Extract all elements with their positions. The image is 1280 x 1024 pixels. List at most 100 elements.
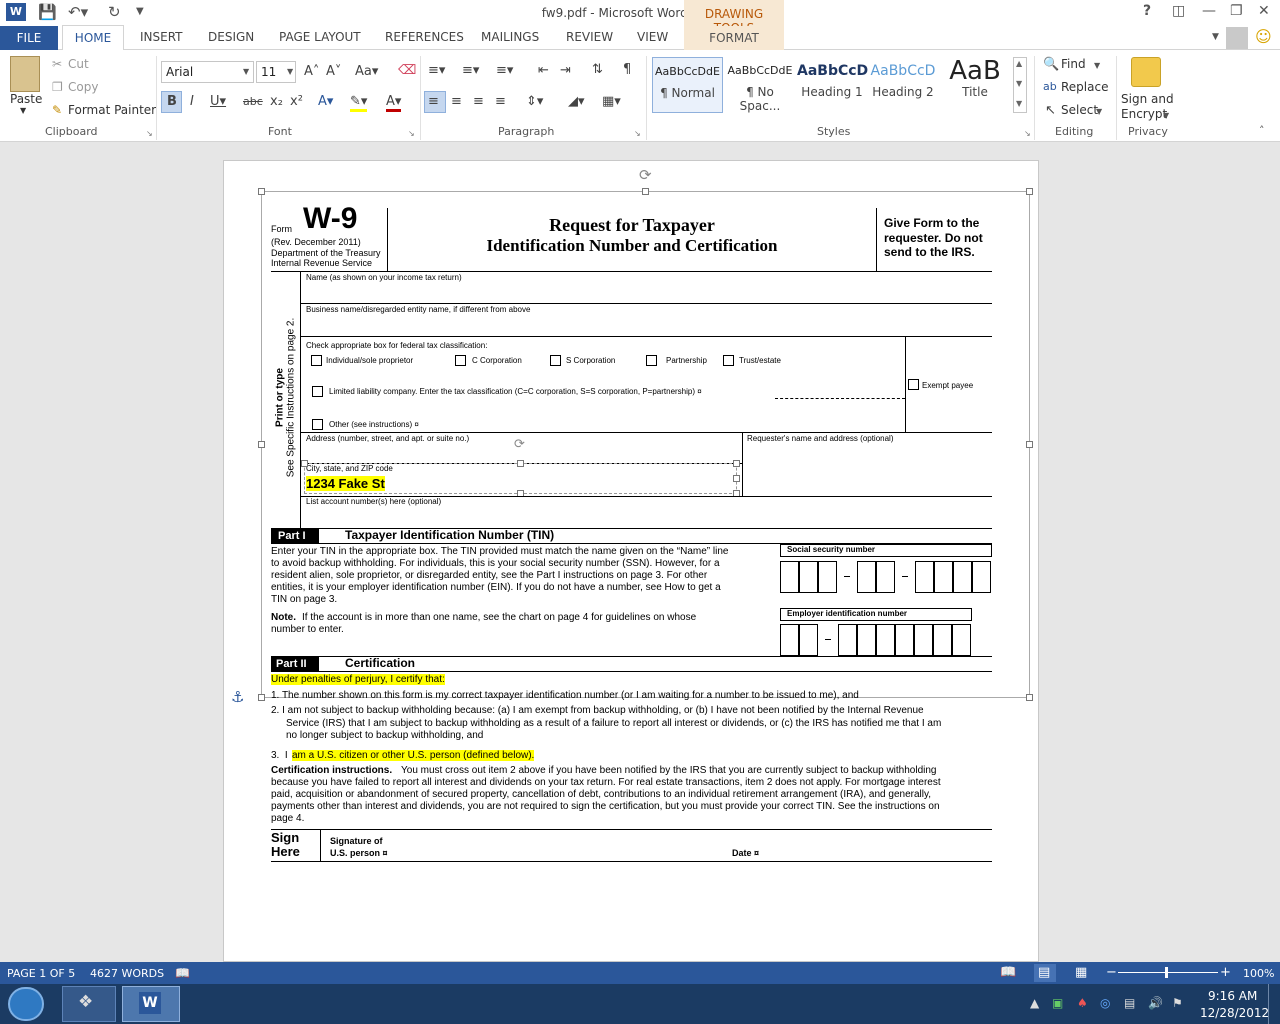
zoom-in-icon[interactable]: +	[1220, 965, 1231, 980]
tin-digit-box[interactable]	[799, 624, 818, 656]
textbox-handle[interactable]	[517, 460, 524, 467]
checkbox-llc[interactable]	[312, 386, 323, 397]
cut-button[interactable]: Cut	[68, 57, 89, 71]
address-textbox-value[interactable]: 1234 Fake St	[306, 476, 385, 491]
tab-home[interactable]: HOME	[62, 25, 124, 51]
resize-handle[interactable]	[258, 441, 265, 448]
tab-insert[interactable]: INSERT	[140, 30, 183, 44]
tray-flag-icon[interactable]: ⚑	[1172, 996, 1183, 1010]
tin-digit-box[interactable]	[895, 624, 914, 656]
underline-icon[interactable]: U▾	[210, 94, 226, 109]
tab-format[interactable]: FORMAT	[684, 26, 784, 50]
tin-digit-box[interactable]	[953, 561, 972, 593]
read-mode-icon[interactable]: 📖	[1000, 965, 1016, 980]
sign-encrypt-icon[interactable]	[1131, 57, 1161, 87]
resize-handle[interactable]	[642, 188, 649, 195]
tin-digit-box[interactable]	[933, 624, 952, 656]
style-no-spacing[interactable]: AaBbCcDdE ¶ No Spac...	[725, 57, 795, 113]
checkbox-partnership[interactable]	[646, 355, 657, 366]
resize-handle[interactable]	[1026, 188, 1033, 195]
copy-button[interactable]: Copy	[68, 80, 98, 94]
avatar[interactable]	[1226, 27, 1248, 49]
tin-digit-box[interactable]	[952, 624, 971, 656]
encrypt-dropdown-icon[interactable]: ▼	[1163, 111, 1169, 120]
clear-formatting-icon[interactable]: ⌫	[398, 63, 416, 78]
zoom-out-icon[interactable]: −	[1106, 965, 1117, 980]
font-name-dropdown-icon[interactable]: ▼	[243, 67, 249, 76]
show-hide-marks-icon[interactable]: ¶	[623, 62, 631, 77]
tab-view[interactable]: VIEW	[637, 30, 668, 44]
encrypt-label[interactable]: Encrypt	[1121, 107, 1167, 121]
font-name-field[interactable]: Arial	[161, 61, 254, 83]
grow-font-icon[interactable]: A˄	[304, 64, 319, 79]
tin-digit-box[interactable]	[857, 624, 876, 656]
tin-digit-box[interactable]	[780, 624, 799, 656]
tab-mailings[interactable]: MAILINGS	[481, 30, 539, 44]
smiley-feedback-icon[interactable]: ☺	[1255, 27, 1272, 46]
tab-review[interactable]: REVIEW	[566, 30, 613, 44]
tray-volume-icon[interactable]: 🔊	[1148, 996, 1163, 1010]
superscript-icon[interactable]: x²	[290, 94, 303, 109]
tab-page-layout[interactable]: PAGE LAYOUT	[279, 30, 361, 44]
checkbox-individual[interactable]	[311, 355, 322, 366]
tin-digit-box[interactable]	[818, 561, 837, 593]
resize-handle[interactable]	[1026, 694, 1033, 701]
textbox-handle[interactable]	[301, 460, 308, 467]
tray-ie-icon[interactable]: ◎	[1100, 996, 1110, 1010]
style-title[interactable]: AaB Title	[941, 57, 1009, 113]
style-heading-1[interactable]: AaBbCcD Heading 1	[797, 57, 868, 113]
checkbox-other[interactable]	[312, 419, 323, 430]
strikethrough-icon[interactable]: abc	[243, 95, 263, 108]
format-painter-button[interactable]: Format Painter	[68, 103, 156, 117]
textbox-handle[interactable]	[733, 475, 740, 482]
page-count[interactable]: PAGE 1 OF 5	[7, 967, 75, 980]
styles-down-icon[interactable]: ▼	[1016, 79, 1022, 88]
font-launcher-icon[interactable]: ↘	[408, 129, 415, 138]
tin-digit-box[interactable]	[799, 561, 818, 593]
paste-icon[interactable]	[10, 56, 40, 92]
select-button[interactable]: Select	[1061, 103, 1098, 117]
font-color-icon[interactable]: A▾	[386, 94, 402, 112]
select-dropdown-icon[interactable]: ▼	[1096, 107, 1102, 116]
account-dropdown-icon[interactable]: ▼	[1212, 32, 1219, 42]
shading-icon[interactable]: ◢▾	[568, 94, 585, 109]
tin-digit-box[interactable]	[780, 561, 799, 593]
tin-digit-box[interactable]	[838, 624, 857, 656]
tray-antivirus-icon[interactable]: ♠	[1077, 996, 1088, 1010]
paste-button[interactable]: Paste	[10, 92, 42, 106]
tin-digit-box[interactable]	[876, 561, 895, 593]
proofing-icon[interactable]: 📖	[175, 966, 190, 980]
paragraph-launcher-icon[interactable]: ↘	[634, 129, 641, 138]
align-right-icon[interactable]: ≡	[473, 94, 484, 109]
find-button[interactable]: Find	[1061, 57, 1086, 71]
close-button[interactable]: ✕	[1258, 3, 1270, 19]
styles-more-icon[interactable]: ▼	[1016, 99, 1022, 108]
tab-design[interactable]: DESIGN	[208, 30, 254, 44]
tin-digit-box[interactable]	[857, 561, 876, 593]
zoom-slider-thumb[interactable]	[1165, 967, 1168, 978]
ribbon-display-options-icon[interactable]: ◫	[1172, 3, 1185, 19]
tray-network-icon[interactable]: ▲	[1030, 996, 1039, 1010]
line-spacing-icon[interactable]: ⇕▾	[526, 94, 543, 109]
resize-handle[interactable]	[258, 188, 265, 195]
styles-up-icon[interactable]: ▲	[1016, 59, 1022, 68]
paste-dropdown-icon[interactable]: ▼	[20, 106, 26, 115]
decrease-indent-icon[interactable]: ⇤	[538, 63, 549, 78]
checkbox-trust[interactable]	[723, 355, 734, 366]
shrink-font-icon[interactable]: A˅	[326, 64, 341, 79]
signature-field[interactable]	[395, 828, 955, 858]
tin-digit-box[interactable]	[914, 624, 933, 656]
web-layout-icon[interactable]: ▦	[1075, 965, 1087, 980]
tin-digit-box[interactable]	[934, 561, 953, 593]
zoom-slider[interactable]	[1118, 972, 1218, 973]
help-button[interactable]: ?	[1143, 3, 1151, 19]
borders-icon[interactable]: ▦▾	[602, 94, 621, 109]
show-desktop-button[interactable]	[1268, 984, 1280, 1024]
tab-references[interactable]: REFERENCES	[385, 30, 464, 44]
align-center-icon[interactable]: ≡	[451, 94, 462, 109]
tin-digit-box[interactable]	[915, 561, 934, 593]
tab-file[interactable]: FILE	[0, 26, 58, 50]
style-normal[interactable]: AaBbCcDdE ¶ Normal	[652, 57, 723, 113]
style-heading-2[interactable]: AaBbCcD Heading 2	[869, 57, 937, 113]
start-button[interactable]	[8, 987, 44, 1021]
